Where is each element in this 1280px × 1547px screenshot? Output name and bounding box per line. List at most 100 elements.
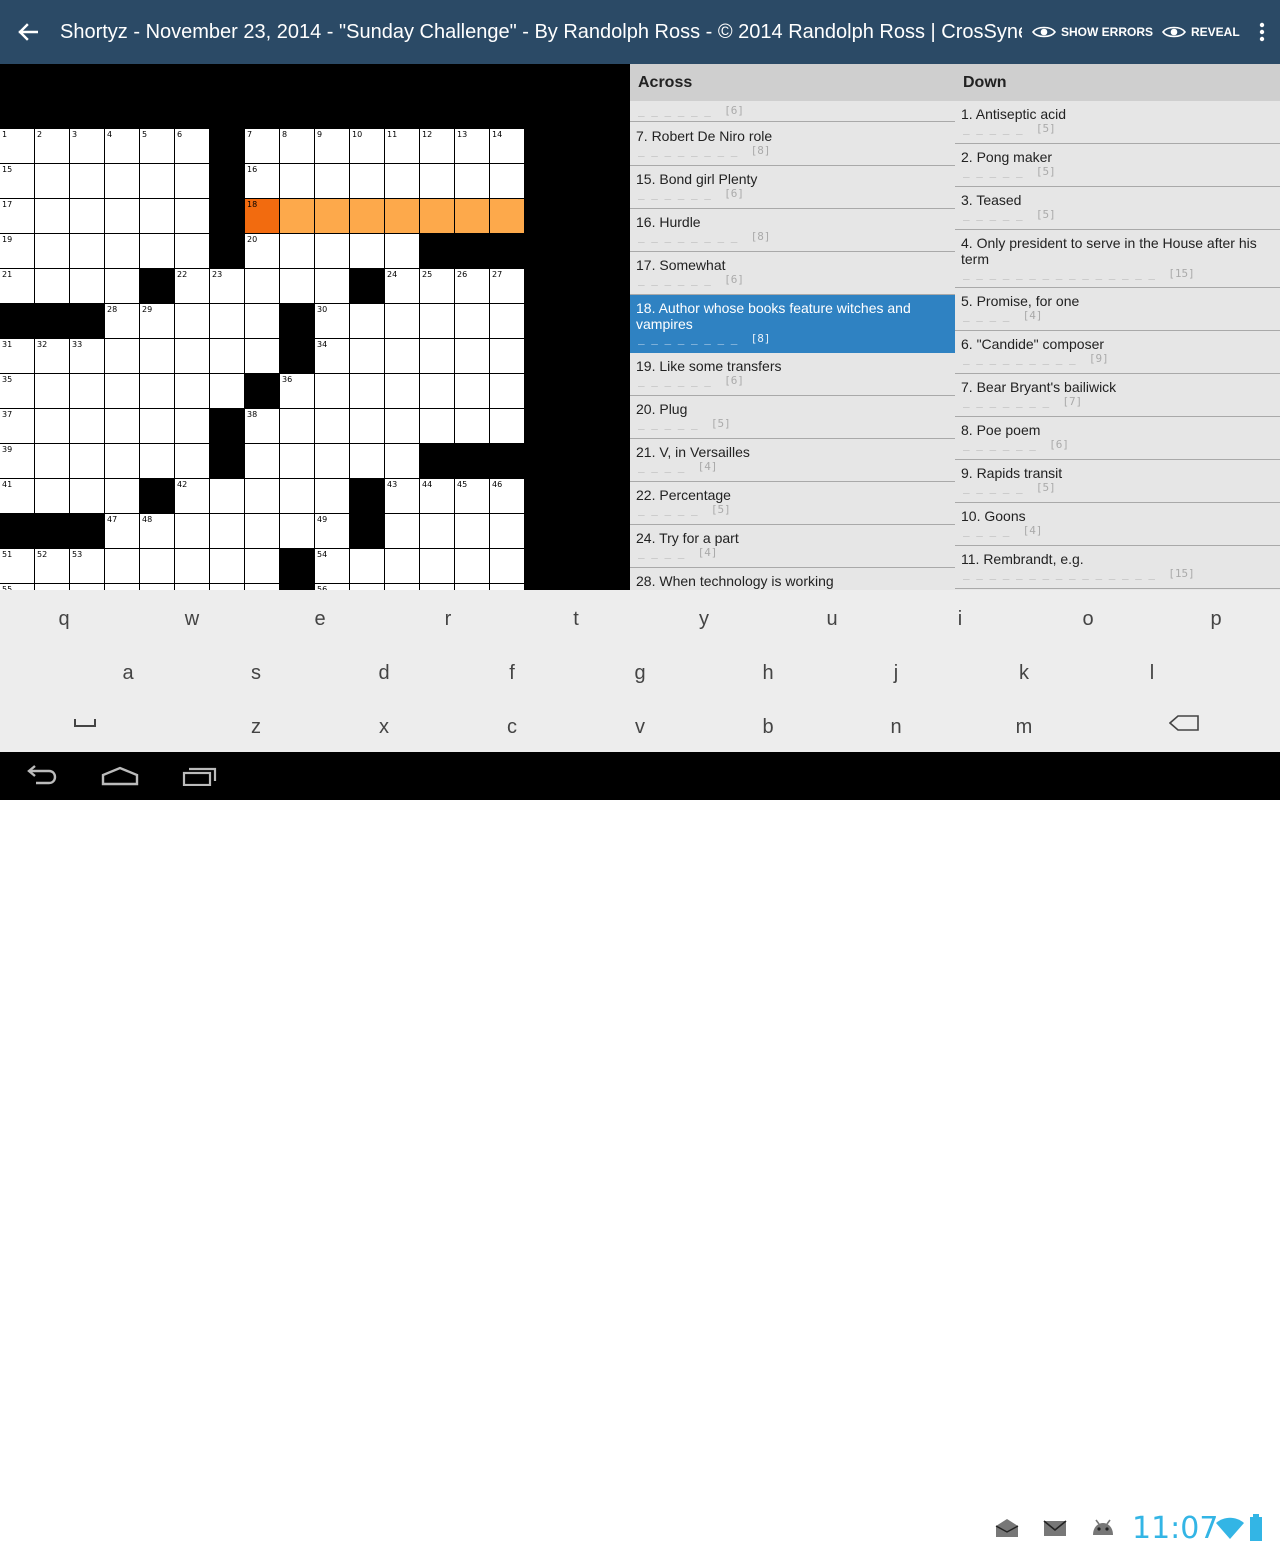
grid-cell[interactable] — [35, 444, 69, 478]
grid-cell[interactable] — [455, 549, 489, 583]
grid-cell[interactable] — [35, 199, 69, 233]
grid-cell[interactable] — [35, 479, 69, 513]
grid-cell[interactable] — [385, 339, 419, 373]
key-k[interactable]: k — [989, 650, 1059, 696]
grid-cell[interactable] — [385, 549, 419, 583]
grid-cell[interactable] — [210, 339, 244, 373]
key-x[interactable]: x — [349, 704, 419, 750]
grid-cell[interactable] — [280, 409, 314, 443]
grid-cell[interactable] — [105, 374, 139, 408]
grid-cell[interactable] — [490, 409, 524, 443]
down-clue-item[interactable]: 5. Promise, for one _ _ _ _ [4] — [955, 288, 1280, 331]
grid-cell[interactable]: 8 — [280, 129, 314, 163]
grid-cell[interactable] — [280, 269, 314, 303]
grid-cell[interactable] — [175, 444, 209, 478]
grid-cell[interactable] — [350, 234, 384, 268]
grid-cell[interactable]: 32 — [35, 339, 69, 373]
key-a[interactable]: a — [93, 650, 163, 696]
grid-cell[interactable]: 41 — [0, 479, 34, 513]
across-clue-item[interactable]: 19. Like some transfers _ _ _ _ _ _ [6] — [630, 353, 955, 396]
grid-cell[interactable]: 38 — [245, 409, 279, 443]
grid-cell[interactable]: 24 — [385, 269, 419, 303]
down-clue-item[interactable]: 2. Pong maker _ _ _ _ _ [5] — [955, 144, 1280, 187]
grid-cell[interactable] — [70, 374, 104, 408]
grid-cell[interactable] — [175, 304, 209, 338]
nav-recents-button[interactable] — [176, 762, 224, 790]
grid-cell[interactable] — [245, 304, 279, 338]
down-clue-item[interactable]: 11. Rembrandt, e.g. _ _ _ _ _ _ _ _ _ _ _… — [955, 546, 1280, 589]
grid-cell[interactable] — [35, 374, 69, 408]
grid-cell[interactable] — [280, 514, 314, 548]
grid-cell[interactable]: 25 — [420, 269, 454, 303]
grid-cell[interactable] — [140, 549, 174, 583]
grid-cell[interactable] — [455, 304, 489, 338]
grid-cell[interactable] — [420, 304, 454, 338]
key-v[interactable]: v — [605, 704, 675, 750]
key-j[interactable]: j — [861, 650, 931, 696]
grid-cell[interactable]: 48 — [140, 514, 174, 548]
grid-cell[interactable] — [70, 234, 104, 268]
grid-cell[interactable] — [315, 234, 349, 268]
grid-cell[interactable]: 35 — [0, 374, 34, 408]
across-clue-item[interactable]: 20. Plug _ _ _ _ _ [5] — [630, 396, 955, 439]
grid-cell[interactable] — [140, 164, 174, 198]
grid-cell[interactable]: 9 — [315, 129, 349, 163]
grid-cell[interactable]: 14 — [490, 129, 524, 163]
grid-cell[interactable]: 51 — [0, 549, 34, 583]
grid-cell[interactable] — [490, 304, 524, 338]
grid-cell[interactable] — [385, 514, 419, 548]
grid-cell[interactable] — [175, 339, 209, 373]
grid-cell[interactable] — [280, 164, 314, 198]
grid-cell[interactable] — [105, 444, 139, 478]
grid-cell[interactable]: 53 — [70, 549, 104, 583]
across-clue-item[interactable]: 16. Hurdle _ _ _ _ _ _ _ _ [8] — [630, 209, 955, 252]
grid-cell[interactable] — [350, 549, 384, 583]
grid-cell-current[interactable]: 18 — [245, 199, 279, 233]
grid-cell[interactable] — [175, 514, 209, 548]
key-p[interactable]: p — [1181, 596, 1251, 642]
grid-cell[interactable] — [385, 374, 419, 408]
reveal-button[interactable]: REVEAL — [1162, 18, 1240, 46]
grid-cell[interactable] — [105, 164, 139, 198]
across-clue-item[interactable]: 28. When technology is working — [630, 568, 955, 590]
down-clue-item[interactable]: 1. Antiseptic acid _ _ _ _ _ [5] — [955, 101, 1280, 144]
grid-cell[interactable] — [105, 269, 139, 303]
grid-cell[interactable]: 6 — [175, 129, 209, 163]
grid-cell[interactable] — [350, 199, 384, 233]
grid-cell[interactable] — [140, 199, 174, 233]
grid-cell[interactable] — [315, 374, 349, 408]
grid-cell[interactable] — [35, 269, 69, 303]
grid-cell[interactable] — [420, 164, 454, 198]
grid-cell[interactable] — [105, 549, 139, 583]
grid-cell[interactable]: 12 — [420, 129, 454, 163]
across-clue-item[interactable]: 7. Robert De Niro role _ _ _ _ _ _ _ _ [8… — [630, 123, 955, 166]
grid-cell[interactable] — [35, 409, 69, 443]
grid-cell[interactable] — [455, 514, 489, 548]
grid-cell[interactable] — [455, 339, 489, 373]
grid-cell[interactable] — [245, 514, 279, 548]
grid-cell[interactable] — [105, 234, 139, 268]
overflow-menu-button[interactable] — [1250, 18, 1274, 46]
grid-cell[interactable] — [35, 234, 69, 268]
down-clue-item[interactable]: 8. Poe poem _ _ _ _ _ _ [6] — [955, 417, 1280, 460]
nav-home-button[interactable] — [96, 762, 144, 790]
key-d[interactable]: d — [349, 650, 419, 696]
key-f[interactable]: f — [477, 650, 547, 696]
grid-cell[interactable]: 22 — [175, 269, 209, 303]
grid-cell[interactable]: 20 — [245, 234, 279, 268]
down-clue-item[interactable]: 6. "Candide" composer _ _ _ _ _ _ _ _ _ [… — [955, 331, 1280, 374]
grid-cell[interactable] — [490, 549, 524, 583]
key-g[interactable]: g — [605, 650, 675, 696]
grid-cell[interactable] — [245, 269, 279, 303]
grid-cell[interactable]: 7 — [245, 129, 279, 163]
grid-cell[interactable] — [140, 409, 174, 443]
grid-cell[interactable] — [210, 514, 244, 548]
key-o[interactable]: o — [1053, 596, 1123, 642]
across-clue-item[interactable]: 24. Try for a part _ _ _ _ [4] — [630, 525, 955, 568]
down-clue-item[interactable]: 9. Rapids transit _ _ _ _ _ [5] — [955, 460, 1280, 503]
grid-cell[interactable] — [245, 444, 279, 478]
grid-cell[interactable] — [140, 234, 174, 268]
grid-cell[interactable] — [420, 514, 454, 548]
grid-cell[interactable] — [280, 444, 314, 478]
grid-cell[interactable] — [315, 199, 349, 233]
